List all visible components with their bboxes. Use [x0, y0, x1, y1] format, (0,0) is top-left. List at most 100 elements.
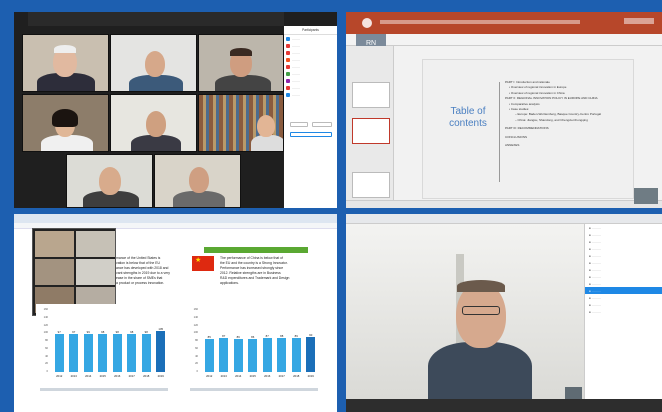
chart-bar [204, 339, 214, 372]
presentation-window: RN Table of contents PART I: Introduction… [346, 12, 662, 208]
left-chart-caption [40, 388, 168, 391]
ribbon-titlebar [346, 12, 662, 34]
participant-row[interactable]: ········ [284, 84, 337, 91]
y-tick-label: 100 [193, 331, 198, 335]
participant-row[interactable]: ········ [284, 56, 337, 63]
x-tick-label: 2014 [85, 374, 92, 378]
mini-video-grid[interactable] [32, 228, 116, 316]
presenter-camera-thumbnail [634, 188, 658, 204]
participants-panel-title: Participants [284, 26, 337, 35]
participant-row[interactable]: ········ [284, 42, 337, 49]
speaker-video[interactable] [346, 224, 584, 402]
y-tick-label: 120 [43, 323, 48, 327]
toc-item: ANNEXES [505, 143, 520, 148]
chart-bar [248, 338, 258, 372]
participant-tile[interactable] [66, 154, 153, 208]
participant-row[interactable]: ········ [284, 91, 337, 98]
chart-bar [291, 337, 301, 372]
participant-tile[interactable] [22, 94, 109, 152]
china-flag-icon: ★ [192, 256, 214, 271]
x-tick-label: 2016 [114, 374, 121, 378]
participant-tile[interactable] [198, 34, 284, 92]
participant-row[interactable]: ● ········· [585, 252, 662, 259]
participant-row-selected[interactable]: ● ········· [585, 287, 662, 294]
ribbon-toolbar[interactable] [346, 34, 662, 46]
participant-row[interactable]: ● ········· [585, 266, 662, 273]
chart-bar [141, 334, 151, 372]
right-paragraph: The performance of China is below that o… [220, 256, 290, 285]
participant-row[interactable]: ● ········· [585, 238, 662, 245]
slide-thumbnail[interactable] [352, 82, 390, 108]
chart-bar [54, 334, 64, 372]
chart-bar [83, 333, 93, 372]
browser-tabs[interactable] [14, 214, 337, 223]
window-titlebar [346, 214, 662, 224]
right-chart-caption [190, 388, 318, 391]
china-performance-chart: 160 140 120 100 80 60 40 20 0 85 2012 87 2013 86 2014 8… [186, 304, 322, 384]
participant-tile[interactable] [22, 34, 109, 92]
slide-thumbnail-active[interactable] [352, 118, 390, 144]
participant-row[interactable]: ● ········· [585, 259, 662, 266]
meeting-toolbar [28, 12, 284, 26]
invite-button[interactable] [290, 122, 308, 127]
window-controls[interactable] [624, 18, 654, 24]
y-tick-label: 20 [45, 362, 48, 366]
call-controls-bar[interactable] [346, 399, 662, 412]
participant-tile[interactable] [154, 154, 241, 208]
participant-tile[interactable] [198, 94, 284, 152]
self-view-thumbnail[interactable] [565, 387, 582, 399]
chart-bar [306, 337, 316, 372]
slide-thumbnails[interactable] [346, 46, 394, 208]
mute-all-button[interactable] [312, 122, 332, 127]
video-gallery-panel: Participants ········ ········ ········ … [14, 12, 337, 208]
left-paragraph: mance of the United States is vation is b… [116, 256, 170, 285]
bar-value-label: 88 [280, 333, 284, 338]
chart-bar [112, 334, 122, 372]
slide-thumbnail[interactable] [352, 172, 390, 198]
bar-value-label: 98 [101, 330, 105, 335]
participant-row[interactable]: ● ········· [585, 308, 662, 315]
participant-tile[interactable] [110, 34, 197, 92]
chart-bar [262, 338, 272, 372]
participant-row[interactable]: ● ········· [585, 231, 662, 238]
report-window: mance of the United States is vation is b… [14, 214, 337, 412]
x-tick-label: 2012 [56, 374, 63, 378]
slide-canvas[interactable]: Table of contents PART I: Introduction an… [422, 59, 634, 199]
y-tick-label: 120 [193, 323, 198, 327]
x-tick-label: 2017 [128, 374, 135, 378]
participant-row[interactable]: ● ········· [585, 280, 662, 287]
bar-value-label: 87 [222, 334, 226, 339]
participant-row[interactable]: ● ········· [585, 294, 662, 301]
x-tick-label: 2016 [264, 374, 271, 378]
bar-value-label: 99 [86, 329, 90, 334]
x-tick-label: 2019 [307, 374, 314, 378]
chart-bar [98, 334, 108, 372]
participant-row[interactable]: ········ [284, 35, 337, 42]
more-button[interactable] [290, 132, 332, 137]
bar-value-label: 98 [144, 330, 148, 335]
y-tick-label: 60 [195, 346, 198, 350]
participant-row[interactable]: ········ [284, 77, 337, 84]
x-tick-label: 2017 [278, 374, 285, 378]
chart-bar [127, 334, 137, 372]
bar-value-label: 85 [207, 335, 211, 340]
x-tick-label: 2015 [249, 374, 256, 378]
status-bar [346, 200, 662, 208]
participant-row[interactable]: ● ········· [585, 245, 662, 252]
participant-tile[interactable] [110, 94, 197, 152]
bar-value-label: 89 [294, 333, 298, 338]
x-tick-label: 2012 [206, 374, 213, 378]
y-tick-label: 80 [45, 339, 48, 342]
x-tick-label: 2018 [143, 374, 150, 378]
participant-row[interactable]: ● ········· [585, 224, 662, 231]
x-tick-label: 2018 [293, 374, 300, 378]
participants-panel: Participants ········ ········ ········ … [284, 26, 337, 208]
participant-row[interactable]: ● ········· [585, 273, 662, 280]
participant-row[interactable]: ········ [284, 63, 337, 70]
participant-row[interactable]: ● ········· [585, 301, 662, 308]
participant-row[interactable]: ········ [284, 70, 337, 77]
participant-row[interactable]: ········ [284, 49, 337, 56]
bar-value-label: 98 [130, 330, 134, 335]
x-tick-label: 2019 [157, 374, 164, 378]
bar-value-label: 105 [158, 327, 164, 332]
